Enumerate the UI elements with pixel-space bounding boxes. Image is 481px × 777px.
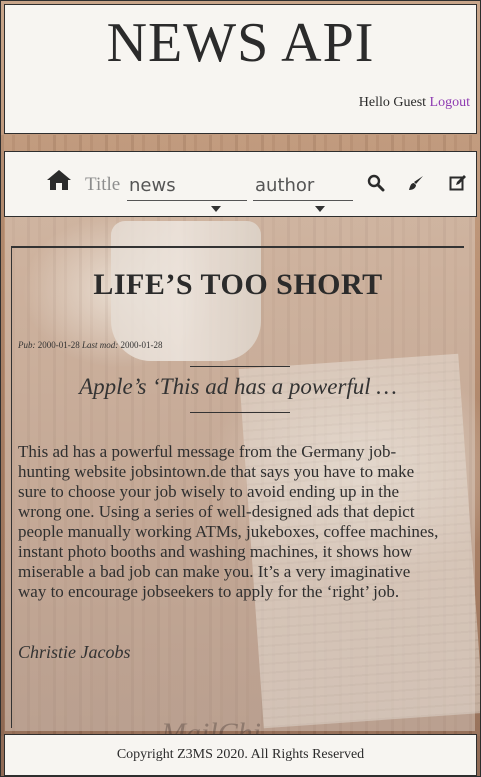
home-icon[interactable] [45, 168, 73, 192]
subtitle-divider-bottom [190, 412, 290, 413]
mod-date: 2000-01-28 [120, 340, 163, 350]
news-chevron-down-icon[interactable] [211, 206, 221, 212]
pub-label: Pub: [18, 340, 36, 350]
article-meta: Pub: 2000-01-28 Last mod: 2000-01-28 [18, 340, 163, 350]
copyright-text: Copyright Z3MS 2020. All Rights Reserved [116, 747, 365, 762]
site-title: NEWS API [106, 12, 375, 74]
pub-date: 2000-01-28 [37, 340, 80, 350]
article-body: This ad has a powerful message from the … [18, 442, 439, 601]
user-line: Hello Guest Logout [359, 95, 470, 111]
title-label: Title [85, 174, 121, 195]
logout-link[interactable]: Logout [430, 95, 470, 110]
article-card: LIFE’S TOO SHORT Pub: 2000-01-28 Last mo… [11, 246, 464, 728]
article-title[interactable]: LIFE’S TOO SHORT [12, 268, 464, 302]
edit-icon[interactable] [449, 174, 467, 192]
subtitle-divider-top [190, 366, 290, 367]
brush-icon[interactable] [407, 174, 425, 192]
greeting-text: Hello Guest [358, 95, 427, 110]
page-frame: NEWS API Hello Guest Logout Title news a… [0, 0, 481, 777]
mod-label: Last mod: [82, 340, 119, 350]
search-toolbar: Title news author [4, 151, 477, 217]
article-subtitle: Apple’s ‘This ad has a powerful … [79, 374, 397, 399]
search-icon[interactable] [367, 174, 385, 192]
author-chevron-down-icon[interactable] [315, 206, 325, 212]
site-footer: Copyright Z3MS 2020. All Rights Reserved [4, 734, 477, 776]
article-author: Christie Jacobs [18, 642, 131, 662]
author-select[interactable]: author [253, 172, 353, 201]
news-select[interactable]: news [127, 172, 247, 201]
site-header: NEWS API Hello Guest Logout [4, 4, 477, 134]
